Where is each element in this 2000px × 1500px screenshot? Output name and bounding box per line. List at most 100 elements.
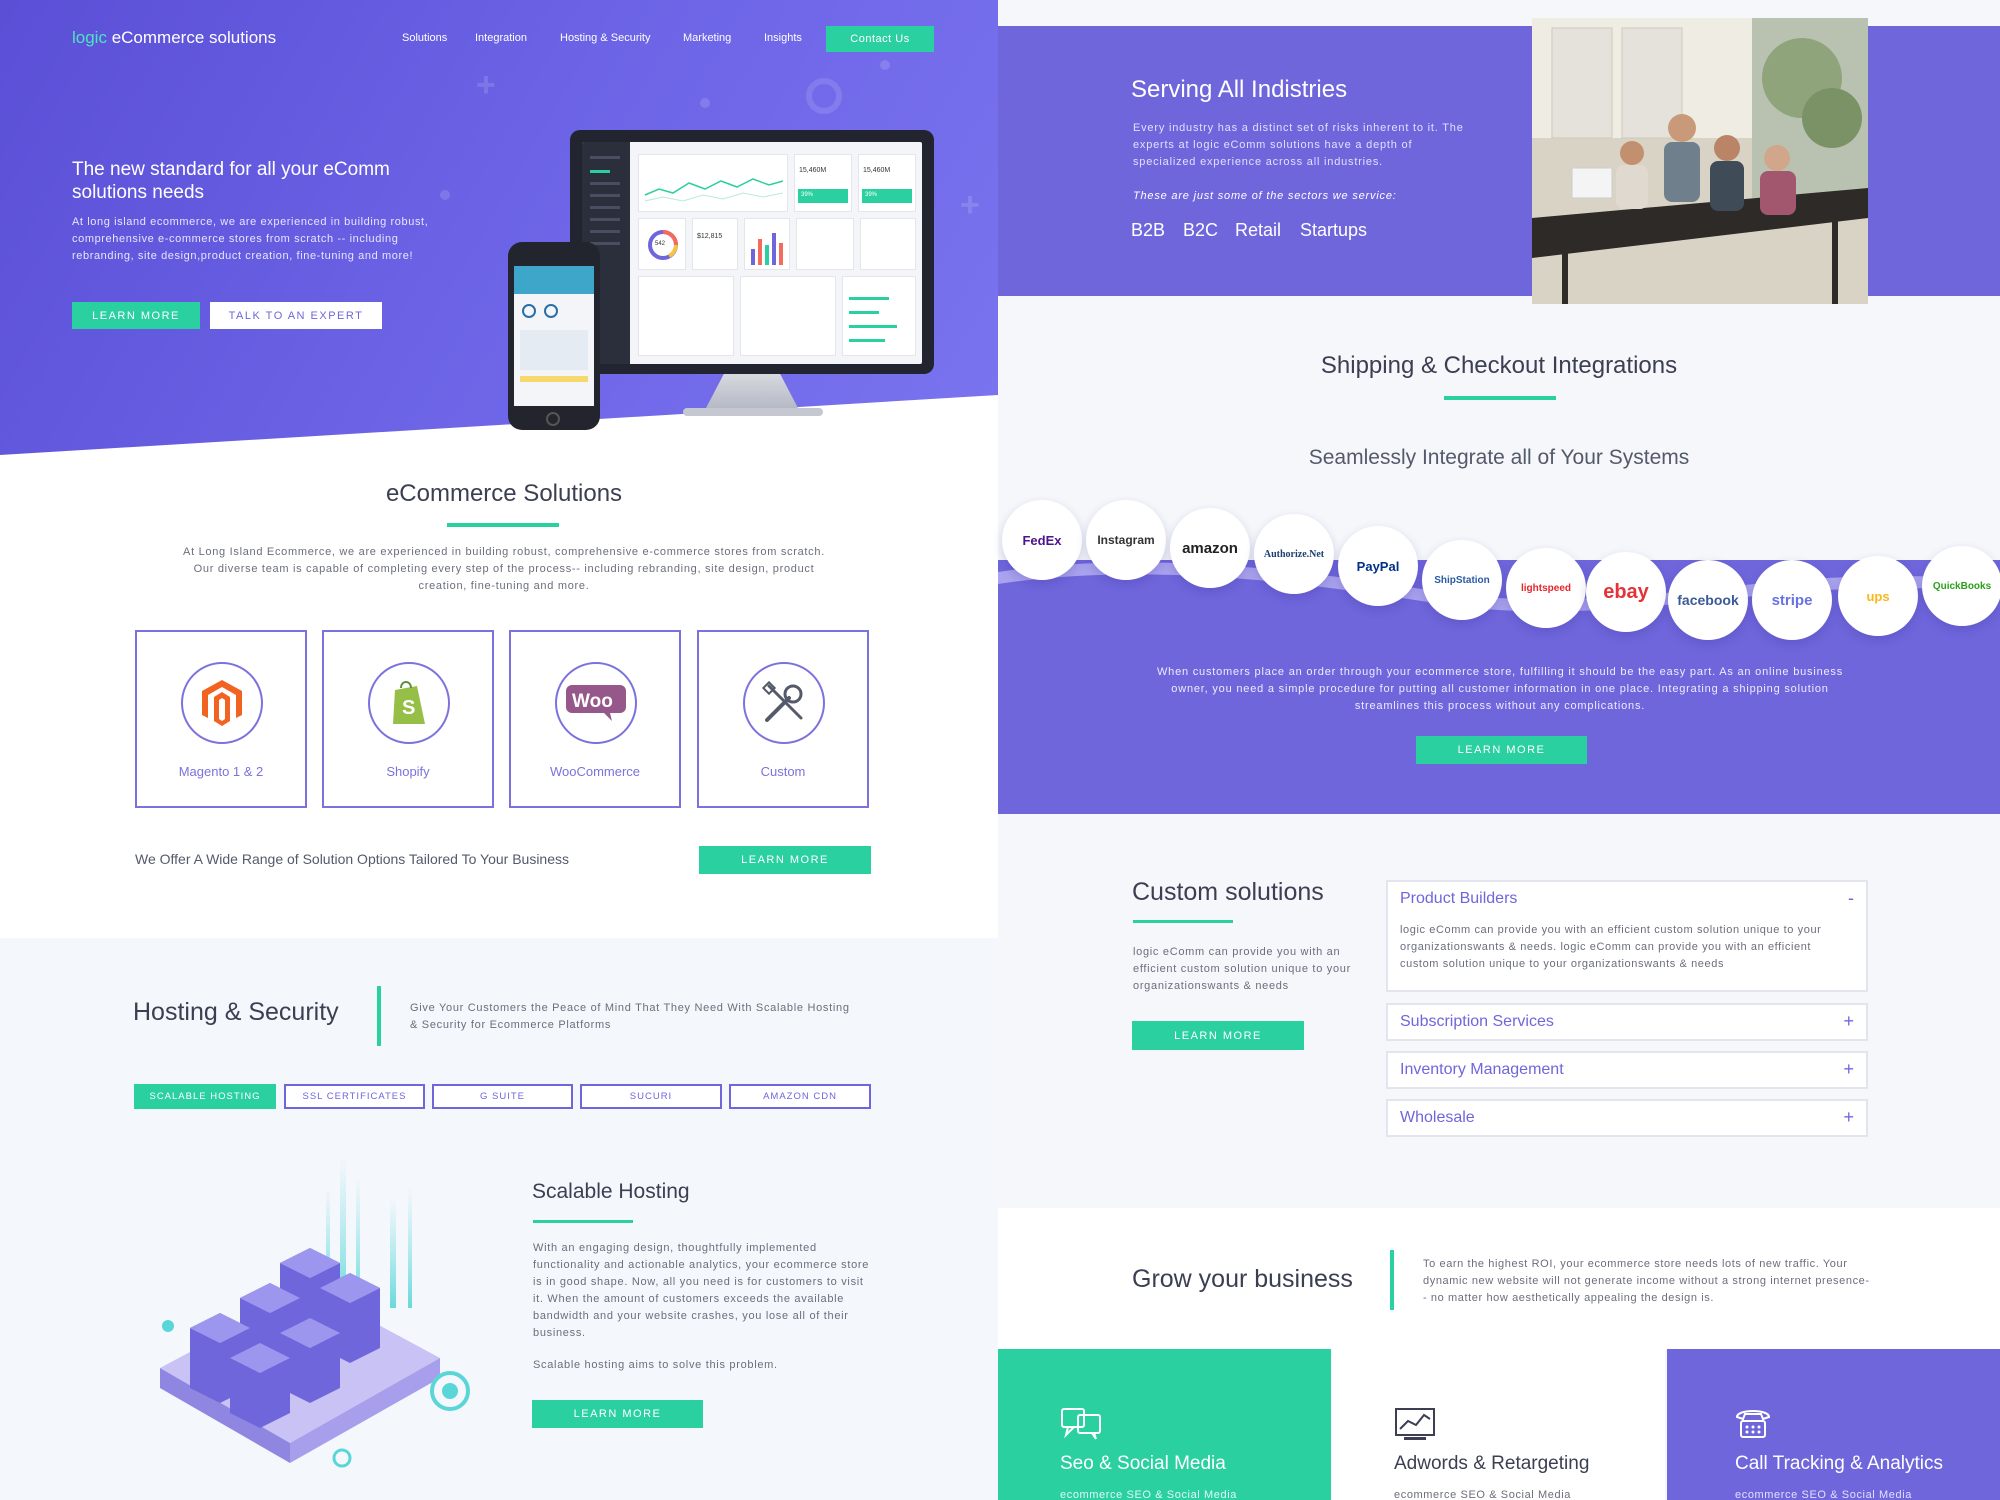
- expand-icon[interactable]: +: [1843, 1107, 1854, 1128]
- tab-sucuri[interactable]: SUCURI: [580, 1084, 722, 1109]
- table-card: [740, 276, 836, 356]
- expand-icon[interactable]: +: [1843, 1011, 1854, 1032]
- scalable-hosting-body: With an engaging design, thoughtfully im…: [533, 1242, 870, 1339]
- hero-title: The new standard for all your eComm solu…: [72, 159, 390, 203]
- hosting-title: Hosting & Security: [133, 998, 339, 1026]
- tab-amazon-cdn[interactable]: AMAZON CDN: [729, 1084, 871, 1109]
- amazon-logo[interactable]: amazon: [1170, 508, 1250, 588]
- ebay-logo[interactable]: ebay: [1586, 552, 1666, 632]
- hero-learn-more-button[interactable]: LEARN MORE: [72, 302, 200, 329]
- integrations-subtitle: Seamlessly Integrate all of Your Systems: [1308, 446, 1690, 469]
- custom-learn-more-button[interactable]: LEARN MORE: [1132, 1021, 1304, 1050]
- instagram-logo[interactable]: Instagram: [1086, 500, 1166, 580]
- value-text: $12,815: [697, 233, 723, 240]
- nav-solutions[interactable]: Solutions: [402, 32, 447, 44]
- line-chart-card: [638, 154, 788, 212]
- solutions-title: eCommerce Solutions: [385, 480, 623, 507]
- accordion-title[interactable]: Inventory Management: [1400, 1061, 1564, 1079]
- accordion-title[interactable]: Product Builders: [1400, 890, 1517, 908]
- solution-label: Shopify: [386, 764, 430, 779]
- serving-title: Serving All Indistries: [1131, 76, 1348, 103]
- authorize-net-logo[interactable]: Authorize.Net: [1254, 514, 1334, 594]
- collapse-icon[interactable]: -: [1848, 888, 1854, 909]
- accordion-title[interactable]: Subscription Services: [1400, 1013, 1554, 1031]
- shipstation-logo[interactable]: ShipStation: [1422, 540, 1502, 620]
- svg-text:Woo: Woo: [572, 691, 613, 712]
- telephone-icon: [1735, 1410, 1771, 1438]
- accordion-title[interactable]: Wholesale: [1400, 1109, 1475, 1127]
- integrations-learn-more-button[interactable]: LEARN MORE: [1416, 736, 1587, 764]
- tab-scalable-hosting[interactable]: SCALABLE HOSTING: [134, 1084, 276, 1109]
- sector-startups: Startups: [1300, 220, 1368, 240]
- solution-card-shopify[interactable]: S Shopify: [322, 630, 494, 808]
- nav-hosting-security[interactable]: Hosting & Security: [560, 32, 650, 44]
- solutions-offer-text: We Offer A Wide Range of Solution Option…: [135, 851, 570, 867]
- dashboard-screen: 15,460M 39% 15,460M 39% 542 $12,815: [582, 142, 922, 364]
- progress-card: [842, 276, 916, 356]
- custom-title: Custom solutions: [1132, 878, 1324, 906]
- card-seo-social[interactable]: Seo & Social Media ecommerce SEO & Socia…: [998, 1349, 1331, 1500]
- serving-italic: These are just some of the sectors we se…: [1133, 190, 1397, 202]
- serving-text: Every industry has a distinct set of ris…: [1133, 122, 1464, 168]
- nav-integration[interactable]: Integration: [475, 32, 527, 44]
- nav-marketing[interactable]: Marketing: [683, 32, 731, 44]
- solutions-title-underline: [447, 523, 559, 527]
- quickbooks-logo[interactable]: QuickBooks: [1922, 546, 2000, 626]
- custom-text: logic eComm can provide you with an effi…: [1133, 946, 1351, 992]
- bar-chart-graphic: [751, 233, 783, 265]
- scalable-hosting-underline: [533, 1220, 633, 1223]
- card-adwords-retargeting[interactable]: Adwords & Retargeting ecommerce SEO & So…: [1332, 1349, 1665, 1500]
- integrations-text: When customers place an order through yo…: [1156, 666, 1844, 712]
- tools-icon: [743, 662, 825, 744]
- value-card: $12,815: [692, 218, 738, 270]
- hosting-divider: [377, 986, 381, 1046]
- accordion-inventory-management[interactable]: Inventory Management +: [1386, 1051, 1868, 1089]
- grow-divider: [1390, 1250, 1394, 1310]
- hosting-learn-more-button[interactable]: LEARN MORE: [532, 1400, 703, 1428]
- accordion-subscription-services[interactable]: Subscription Services +: [1386, 1003, 1868, 1041]
- custom-title-underline: [1133, 920, 1233, 923]
- facebook-logo[interactable]: facebook: [1668, 560, 1748, 640]
- logo-suffix: eCommerce solutions: [111, 28, 277, 47]
- solutions-text: At Long Island Ecommerce, we are experie…: [183, 546, 825, 592]
- expand-icon[interactable]: +: [1843, 1059, 1854, 1080]
- bar-chart-card: [744, 218, 790, 270]
- decor-dot: [440, 190, 450, 200]
- sector-retail: Retail: [1235, 220, 1282, 240]
- hero-text: At long island ecommerce, we are experie…: [72, 216, 429, 262]
- phone-screen: [514, 266, 594, 406]
- solution-card-woocommerce[interactable]: Woo WooCommerce: [509, 630, 681, 808]
- solution-card-magento[interactable]: Magento 1 & 2: [135, 630, 307, 808]
- solution-label: WooCommerce: [549, 764, 641, 779]
- card-title: Adwords & Retargeting: [1394, 1453, 1590, 1474]
- site-logo[interactable]: logic eCommerce solutions: [72, 28, 276, 48]
- solutions-learn-more-button[interactable]: LEARN MORE: [699, 846, 871, 874]
- hosting-tagline: Give Your Customers the Peace of Mind Th…: [410, 1002, 850, 1031]
- shopify-icon: S: [368, 662, 450, 744]
- solution-label: Magento 1 & 2: [178, 764, 264, 779]
- ups-logo[interactable]: ups: [1838, 556, 1918, 636]
- talk-to-expert-button[interactable]: TALK TO AN EXPERT: [210, 302, 382, 329]
- accordion-wholesale[interactable]: Wholesale +: [1386, 1099, 1868, 1137]
- donut-value: 542: [655, 241, 666, 247]
- decor-dot: [880, 60, 890, 70]
- card-subtitle: ecommerce SEO & Social Media: [1060, 1489, 1237, 1500]
- solution-card-custom[interactable]: Custom: [697, 630, 869, 808]
- nav-insights[interactable]: Insights: [764, 32, 802, 44]
- kpi-card: 15,460M 39%: [794, 154, 852, 212]
- donut-card: 542: [638, 218, 686, 270]
- card-call-tracking[interactable]: Call Tracking & Analytics ecommerce SEO …: [1667, 1349, 2000, 1500]
- tab-ssl-certificates[interactable]: SSL CERTIFICATES: [284, 1084, 425, 1109]
- accordion-product-builders[interactable]: Product Builders - logic eComm can provi…: [1386, 880, 1868, 992]
- paypal-logo[interactable]: PayPal: [1338, 526, 1418, 606]
- lightspeed-logo[interactable]: lightspeed: [1506, 548, 1586, 628]
- scalable-hosting-body2: Scalable hosting aims to solve this prob…: [533, 1359, 778, 1371]
- fedex-logo[interactable]: FedEx: [1002, 500, 1082, 580]
- stripe-logo[interactable]: stripe: [1752, 560, 1832, 640]
- card-subtitle: ecommerce SEO & Social Media: [1394, 1489, 1571, 1500]
- decor-plus: +: [476, 66, 496, 104]
- contact-us-button[interactable]: Contact Us: [826, 26, 934, 52]
- list-card: [796, 218, 854, 270]
- grow-text: To earn the highest ROI, your ecommerce …: [1423, 1258, 1870, 1304]
- tab-g-suite[interactable]: G SUITE: [432, 1084, 573, 1109]
